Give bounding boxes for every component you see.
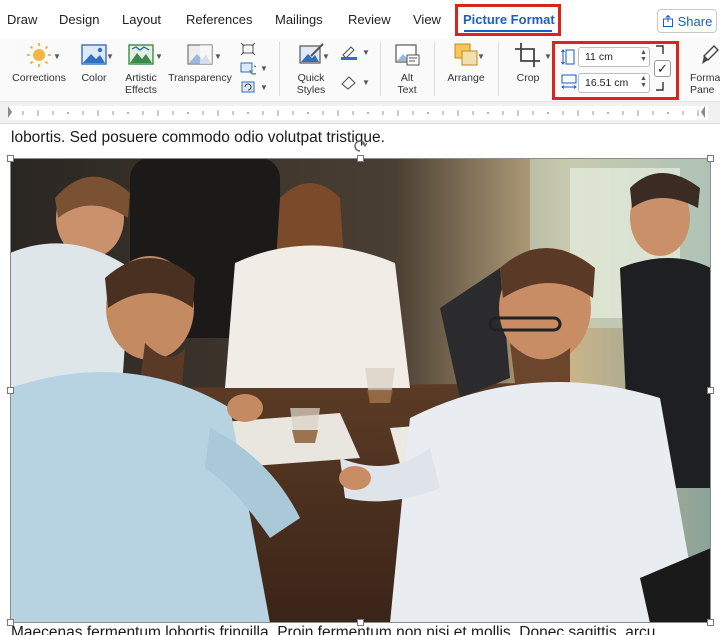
resize-handle-top-center[interactable] [357,155,364,162]
quick-styles-label-1: Quick [297,72,325,84]
color-label: Color [81,72,107,84]
picture-border-pen-icon [341,46,357,60]
change-picture-button[interactable]: ▼ [240,61,268,75]
picture-effects-button[interactable]: ▼ [340,74,370,90]
resize-handle-bottom-right[interactable] [707,619,714,626]
reset-picture-chevron-down-icon[interactable]: ▼ [260,83,268,92]
ribbon-separator [380,42,381,96]
tab-mailings[interactable]: Mailings [275,12,323,27]
picture-selection-frame [10,158,711,623]
horizontal-ruler[interactable] [0,102,720,124]
ribbon-separator [434,42,435,96]
size-group-callout [552,41,679,100]
change-picture-icon [240,62,259,75]
corrections-sun-icon [27,43,51,67]
transparency-label: Transparency [168,72,232,84]
picture-effects-eraser-icon [341,76,356,90]
tab-layout[interactable]: Layout [122,12,161,27]
color-chevron-down-icon[interactable]: ▼ [106,52,114,61]
alt-text-icon [395,44,420,66]
share-label: Share [677,13,713,29]
picture-effects-chevron-down-icon[interactable]: ▼ [362,78,370,87]
share-button[interactable]: Share [657,9,717,33]
quick-styles-icon [299,43,324,64]
artistic-effects-chevron-down-icon[interactable]: ▼ [155,52,163,61]
color-button[interactable]: Color [72,42,116,84]
artistic-effects-icon [128,44,154,65]
arrange-button[interactable]: Arrange [440,42,492,84]
tab-design[interactable]: Design [59,12,99,27]
rotate-handle-icon[interactable] [353,138,367,154]
alt-text-button[interactable]: Alt Text [388,42,426,96]
body-text-line[interactable]: Maecenas fermentum lobortis fringilla. P… [11,624,655,635]
body-text-line[interactable]: lobortis. Sed posuere commodo odio volut… [11,129,385,147]
artistic-effects-label-2: Effects [125,84,157,96]
transparency-button[interactable]: Transparency [165,42,235,84]
tab-view[interactable]: View [413,12,441,27]
quick-styles-label-2: Styles [296,84,326,96]
crop-label: Crop [516,72,540,84]
ribbon-separator [279,42,280,96]
ribbon-tab-bar: Draw Design Layout References Mailings R… [0,0,720,38]
alt-text-label-1: Alt [400,72,414,84]
tab-references[interactable]: References [186,12,252,27]
corrections-button[interactable]: Corrections [10,42,68,84]
resize-handle-top-right[interactable] [707,155,714,162]
quick-styles-chevron-down-icon[interactable]: ▼ [322,52,330,61]
tab-review[interactable]: Review [348,12,391,27]
reset-picture-button[interactable]: ▼ [240,80,268,94]
crop-icon [515,43,540,67]
change-picture-chevron-down-icon[interactable]: ▼ [260,64,268,73]
resize-handle-middle-right[interactable] [707,387,714,394]
ribbon-separator [498,42,499,96]
picture-border-button[interactable]: ▼ [340,44,370,60]
corrections-label: Corrections [12,72,66,84]
crop-button[interactable]: Crop [506,42,550,84]
alt-text-label-2: Text [397,84,417,96]
transparency-icon [187,44,213,65]
ruler-ticks [8,106,708,120]
artistic-effects-button[interactable]: Artistic Effects [118,42,164,96]
share-icon [662,15,673,27]
picture-format-callout [455,4,561,36]
document-page[interactable]: lobortis. Sed posuere commodo odio volut… [0,124,720,635]
format-pane-label-2: Pane [690,84,715,96]
crop-chevron-down-icon[interactable]: ▼ [544,52,552,61]
format-pane-button[interactable]: Forma Pane [690,42,720,96]
corrections-chevron-down-icon[interactable]: ▼ [53,52,61,61]
reset-picture-icon [241,81,255,93]
color-picture-icon [81,44,107,65]
arrange-chevron-down-icon[interactable]: ▼ [477,52,485,61]
arrange-icon [454,43,478,66]
resize-handle-top-left[interactable] [7,155,14,162]
resize-handle-middle-left[interactable] [7,387,14,394]
arrange-label: Arrange [447,72,485,84]
artistic-effects-label-1: Artistic [125,72,157,84]
compress-pictures-button[interactable] [240,42,260,56]
picture-border-chevron-down-icon[interactable]: ▼ [362,48,370,57]
quick-styles-button[interactable]: Quick Styles [286,42,336,96]
format-pane-label-1: Forma [690,72,720,84]
transparency-chevron-down-icon[interactable]: ▼ [214,52,222,61]
tab-draw[interactable]: Draw [7,12,37,27]
format-pane-icon [702,45,719,64]
compress-pictures-icon [240,42,256,56]
